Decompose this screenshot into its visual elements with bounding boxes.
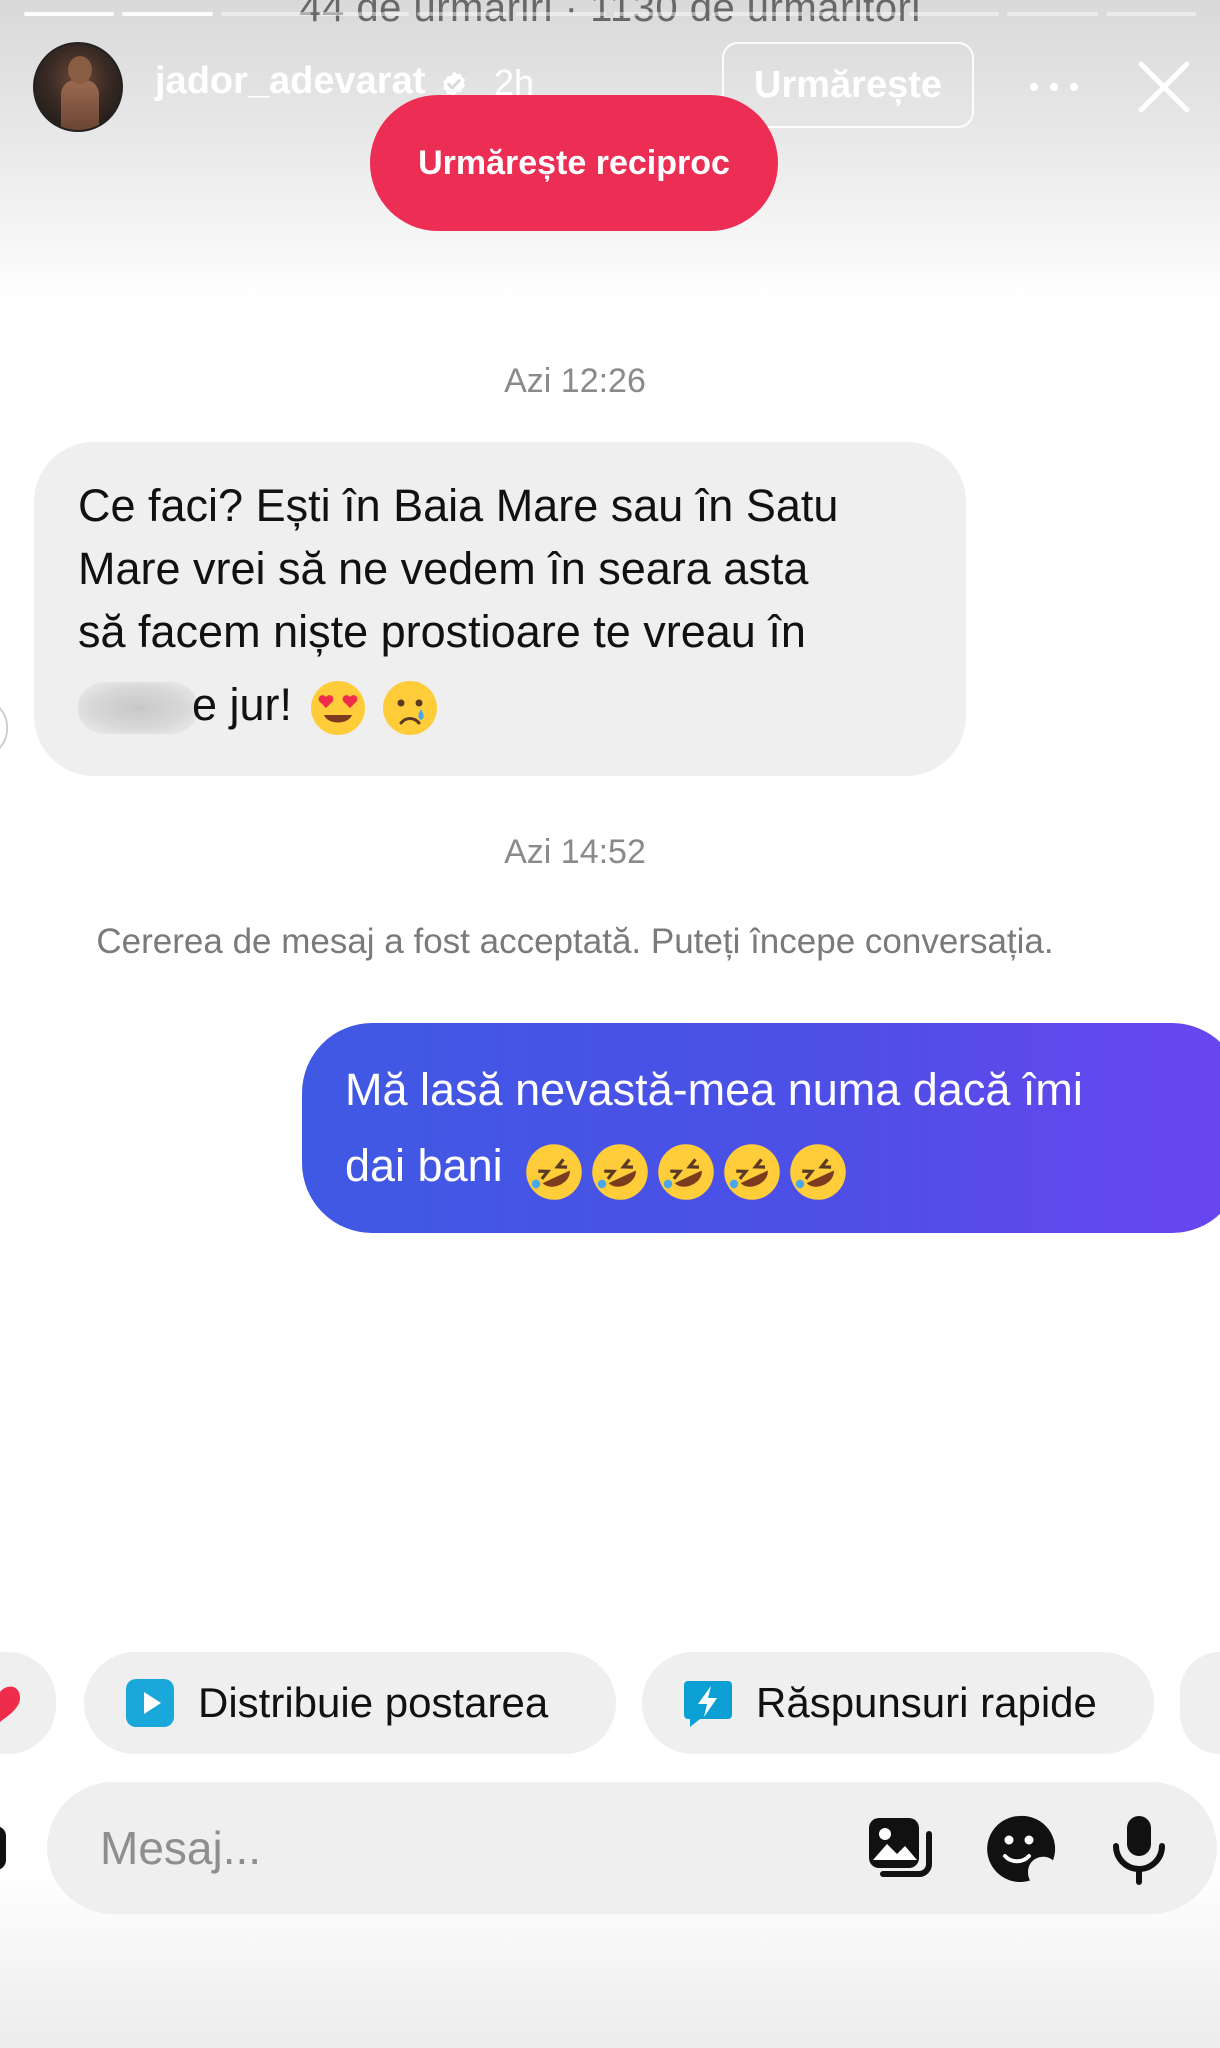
story-progress-segment [1105, 12, 1196, 16]
crying-face-emoji-icon [383, 681, 438, 736]
message-line: Mă lasă nevastă-mea numa dacă îmi [345, 1064, 1083, 1115]
lightning-bubble-icon [684, 1681, 732, 1727]
message-line: Ce faci? Ești în Baia Mare sau în Satu [78, 480, 839, 531]
username[interactable]: jador_adevarat [155, 60, 425, 103]
blurred-word [78, 682, 198, 735]
story-progress-segment [613, 12, 705, 16]
message-input[interactable] [100, 1808, 800, 1888]
system-message: Cererea de mesaj a fost acceptată. Puteț… [96, 922, 1054, 961]
rolling-laughing-emoji-icon [526, 1144, 582, 1201]
message-timestamp: Azi 12:26 [504, 362, 646, 400]
outgoing-message-text: Mă lasă nevastă-mea numa dacă îmi dai ba… [345, 1052, 1205, 1207]
partial-avatar-outline [0, 700, 8, 756]
share-post-label: Distribuie postarea [198, 1679, 549, 1726]
follow-button[interactable]: Urmărește [722, 42, 974, 128]
story-progress-segment [712, 12, 803, 16]
story-progress [24, 12, 1196, 18]
more-chip[interactable] [1180, 1652, 1220, 1754]
close-icon[interactable] [1135, 58, 1193, 116]
rolling-laughing-emoji-icon [658, 1144, 714, 1201]
rolling-laughing-emoji-icon [724, 1144, 780, 1201]
message-line: e jur! [192, 679, 293, 730]
share-post-chip[interactable]: Distribuie postarea [84, 1652, 616, 1754]
message-timestamp: Azi 14:52 [504, 833, 646, 871]
story-progress-segment [122, 12, 213, 16]
story-progress-segment [515, 12, 606, 16]
story-progress-segment [810, 12, 901, 16]
message-line: dai bani [345, 1140, 503, 1191]
quick-actions-row: Distribuie postarea Răspunsuri rapide [0, 1652, 1220, 1756]
story-progress-segment [908, 12, 1000, 16]
follow-back-button[interactable]: Urmărește reciproc [370, 95, 778, 231]
more-horizontal-icon[interactable] [1030, 72, 1078, 102]
message-line: să facem niște prostioare te vreau în [78, 606, 806, 657]
story-progress-segment [220, 12, 311, 16]
quick-replies-label: Răspunsuri rapide [756, 1679, 1097, 1726]
incoming-message-text: Ce faci? Ești în Baia Mare sau în Satu M… [78, 474, 958, 737]
play-square-icon [126, 1679, 174, 1727]
story-progress-segment [24, 12, 115, 16]
gallery-icon[interactable] [863, 1812, 937, 1886]
avatar[interactable] [33, 42, 123, 132]
story-progress-segment [417, 12, 508, 16]
verified-badge-icon [443, 71, 465, 97]
rofl-emoji-group [523, 1131, 849, 1207]
sticker-icon[interactable] [983, 1812, 1057, 1886]
camera-button-edge[interactable] [0, 1826, 6, 1870]
story-progress-segment [318, 12, 410, 16]
heart-eyes-emoji-icon [310, 681, 365, 736]
quick-replies-chip[interactable]: Răspunsuri rapide [642, 1652, 1154, 1754]
rolling-laughing-emoji-icon [592, 1144, 648, 1201]
story-progress-segment [1007, 12, 1098, 16]
microphone-icon[interactable] [1102, 1812, 1176, 1886]
reaction-chip[interactable] [0, 1652, 56, 1754]
message-line: Mare vrei să ne vedem în seara asta [78, 543, 809, 594]
heart-icon [0, 1686, 20, 1722]
rolling-laughing-emoji-icon [790, 1144, 846, 1201]
